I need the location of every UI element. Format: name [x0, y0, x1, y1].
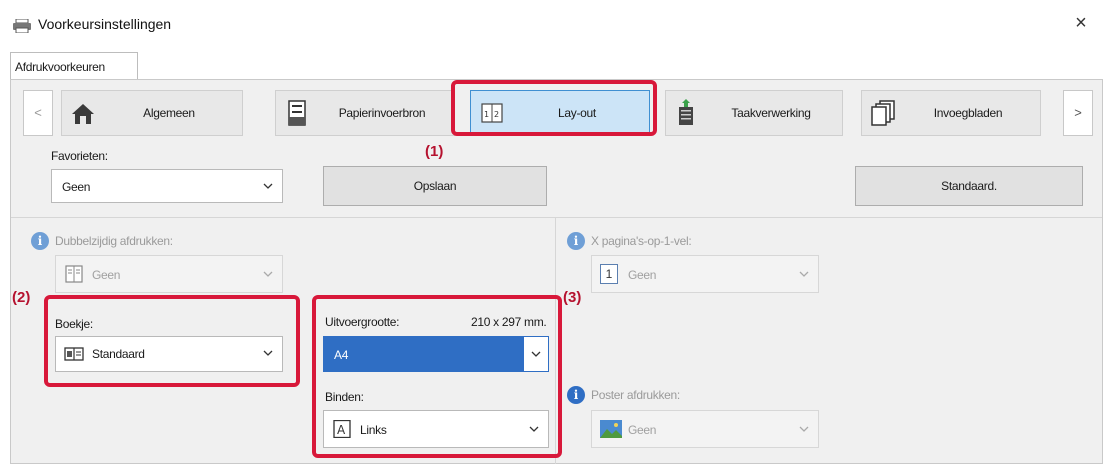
poster-image-icon — [600, 420, 622, 438]
nav-papierinvoerbron[interactable]: Papierinvoerbron — [275, 90, 455, 136]
n-up-label: X pagina's-op-1-vel: — [591, 234, 692, 248]
printer-icon — [13, 19, 31, 33]
close-button[interactable]: × — [1070, 12, 1092, 34]
highlight-box-1 — [451, 80, 657, 136]
poster-value: Geen — [628, 423, 657, 437]
tab-afdrukvoorkeuren[interactable]: Afdrukvoorkeuren — [10, 52, 138, 80]
chevron-down-icon — [263, 271, 273, 277]
chevron-down-icon — [799, 426, 809, 432]
chevron-down-icon — [799, 271, 809, 277]
nav-taakverwerking[interactable]: Taakverwerking — [665, 90, 843, 136]
highlight-box-3 — [312, 295, 562, 458]
nav-prev-button[interactable]: < — [23, 90, 53, 136]
info-icon: i — [567, 386, 585, 404]
favorites-select[interactable]: Geen — [51, 169, 283, 203]
nav-label: Algemeen — [143, 106, 195, 120]
n-up-select[interactable]: 1 Geen — [591, 255, 819, 293]
paper-tray-icon — [288, 100, 306, 126]
poster-select[interactable]: Geen — [591, 410, 819, 448]
nav-invoegbladen[interactable]: Invoegbladen — [861, 90, 1041, 136]
section-divider — [11, 217, 1102, 218]
callout-1: (1) — [425, 143, 444, 160]
job-handling-icon — [679, 99, 693, 125]
insert-sheets-icon — [871, 100, 895, 126]
nav-next-button[interactable]: > — [1063, 90, 1093, 136]
pages-per-sheet-icon: 1 — [600, 264, 618, 284]
nav-label: Papierinvoerbron — [338, 106, 426, 120]
n-up-value: Geen — [628, 268, 657, 282]
callout-2: (2) — [12, 289, 31, 306]
window-title: Voorkeursinstellingen — [38, 16, 172, 32]
duplex-select[interactable]: Geen — [55, 255, 283, 293]
home-icon — [72, 104, 94, 124]
duplex-book-icon — [65, 265, 83, 283]
duplex-label: Dubbelzijdig afdrukken: — [55, 234, 173, 248]
title-bar: Voorkeursinstellingen × — [0, 0, 1106, 48]
nav-label: Invoegbladen — [933, 106, 1003, 120]
info-icon: i — [31, 232, 49, 250]
nav-label: Taakverwerking — [731, 106, 811, 120]
save-button[interactable]: Opslaan — [323, 166, 547, 206]
info-icon: i — [567, 232, 585, 250]
favorites-value: Geen — [62, 180, 91, 194]
default-button[interactable]: Standaard. — [855, 166, 1083, 206]
nav-algemeen[interactable]: Algemeen — [61, 90, 243, 136]
callout-3: (3) — [563, 289, 582, 306]
highlight-box-2 — [44, 295, 300, 387]
poster-label: Poster afdrukken: — [591, 388, 680, 402]
chevron-down-icon — [263, 183, 273, 189]
duplex-value: Geen — [92, 268, 121, 282]
favorites-label: Favorieten: — [51, 149, 108, 163]
